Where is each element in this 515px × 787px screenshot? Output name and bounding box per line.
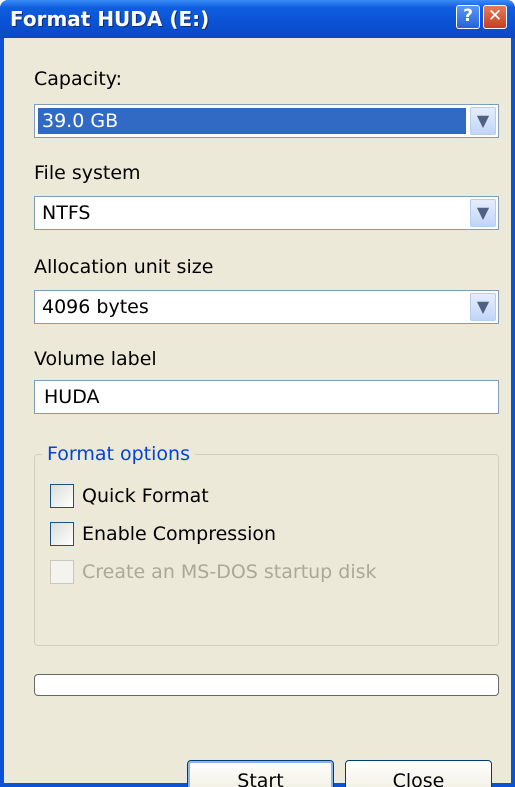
file-system-label: File system bbox=[34, 162, 141, 184]
msdos-startup-checkbox bbox=[50, 560, 74, 584]
capacity-select[interactable]: 39.0 GB ▼ bbox=[34, 104, 499, 138]
quick-format-checkbox[interactable] bbox=[50, 484, 74, 508]
volume-label-field[interactable] bbox=[34, 380, 499, 414]
allocation-unit-label: Allocation unit size bbox=[34, 256, 214, 278]
format-dialog: Format HUDA (E:) ? ✕ Capacity: 39.0 GB ▼… bbox=[0, 0, 515, 787]
close-window-button[interactable]: ✕ bbox=[483, 5, 507, 29]
chevron-down-icon[interactable]: ▼ bbox=[470, 293, 496, 321]
help-button[interactable]: ? bbox=[456, 5, 480, 29]
capacity-value: 39.0 GB bbox=[38, 108, 466, 134]
dialog-body: Capacity: 39.0 GB ▼ File system NTFS ▼ A… bbox=[4, 38, 511, 787]
close-icon: ✕ bbox=[487, 6, 503, 26]
volume-label-input[interactable] bbox=[38, 384, 484, 410]
format-options-legend: Format options bbox=[42, 443, 195, 465]
title-bar[interactable]: Format HUDA (E:) ? ✕ bbox=[0, 0, 515, 38]
allocation-unit-value: 4096 bytes bbox=[42, 296, 149, 318]
help-icon: ? bbox=[463, 6, 473, 26]
close-button[interactable]: Close bbox=[345, 760, 492, 787]
window-title: Format HUDA (E:) bbox=[10, 7, 210, 31]
allocation-unit-select[interactable]: 4096 bytes ▼ bbox=[34, 290, 499, 324]
chevron-down-icon[interactable]: ▼ bbox=[470, 199, 496, 227]
enable-compression-label: Enable Compression bbox=[82, 523, 277, 545]
chevron-down-icon[interactable]: ▼ bbox=[470, 107, 496, 135]
start-button[interactable]: Start bbox=[187, 760, 334, 787]
file-system-value: NTFS bbox=[42, 202, 91, 224]
format-progress-bar bbox=[34, 674, 499, 696]
msdos-startup-label: Create an MS-DOS startup disk bbox=[82, 561, 377, 583]
format-options-group bbox=[34, 454, 499, 646]
capacity-label: Capacity: bbox=[34, 68, 123, 90]
file-system-select[interactable]: NTFS ▼ bbox=[34, 196, 499, 230]
enable-compression-checkbox[interactable] bbox=[50, 522, 74, 546]
quick-format-label: Quick Format bbox=[82, 485, 209, 507]
volume-label-label: Volume label bbox=[34, 348, 157, 370]
